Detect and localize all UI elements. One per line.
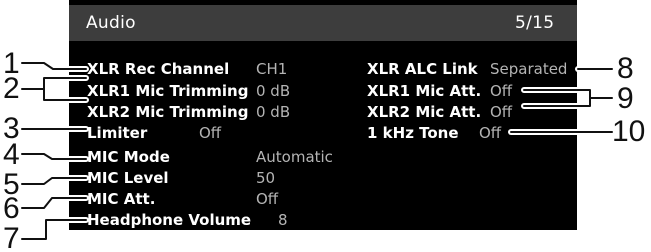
audio-menu-diagram: Audio 5/15 XLR Rec Channel CH1 XLR1 Mic … (0, 0, 651, 252)
page-indicator: 5/15 (515, 13, 555, 33)
setting-label: MIC Level (87, 169, 169, 187)
menu-title-bar (69, 5, 577, 41)
setting-label: XLR2 Mic Trimming (87, 103, 249, 121)
menu-title: Audio (86, 13, 136, 33)
setting-label: Headphone Volume (87, 211, 252, 229)
setting-value: Separated (490, 60, 568, 78)
setting-label: 1 kHz Tone (367, 124, 459, 142)
setting-label: MIC Att. (87, 190, 156, 208)
setting-label: XLR Rec Channel (87, 60, 230, 78)
setting-value: 50 (256, 169, 276, 187)
callout-number: 9 (617, 82, 634, 115)
setting-label: Limiter (87, 124, 148, 142)
setting-label: XLR1 Mic Trimming (87, 82, 249, 100)
setting-value: Automatic (256, 148, 333, 166)
callout-number: 8 (617, 52, 634, 85)
setting-value: Off (256, 190, 279, 208)
callout-number: 7 (3, 222, 20, 252)
setting-value: 0 dB (256, 82, 291, 100)
setting-value: Off (490, 82, 513, 100)
setting-value: Off (479, 124, 502, 142)
setting-label: XLR ALC Link (367, 60, 478, 78)
callout-number: 10 (612, 115, 646, 148)
callout-number: 4 (3, 138, 20, 171)
setting-value: Off (490, 103, 513, 121)
setting-value: 0 dB (256, 103, 291, 121)
setting-label: XLR2 Mic Att. (367, 103, 482, 121)
setting-value: Off (199, 124, 222, 142)
setting-label: MIC Mode (87, 148, 170, 166)
setting-label: XLR1 Mic Att. (367, 82, 482, 100)
callout-number: 2 (3, 72, 20, 105)
callout-number: 6 (3, 192, 20, 225)
setting-value: CH1 (256, 60, 288, 78)
setting-value: 8 (278, 211, 288, 229)
